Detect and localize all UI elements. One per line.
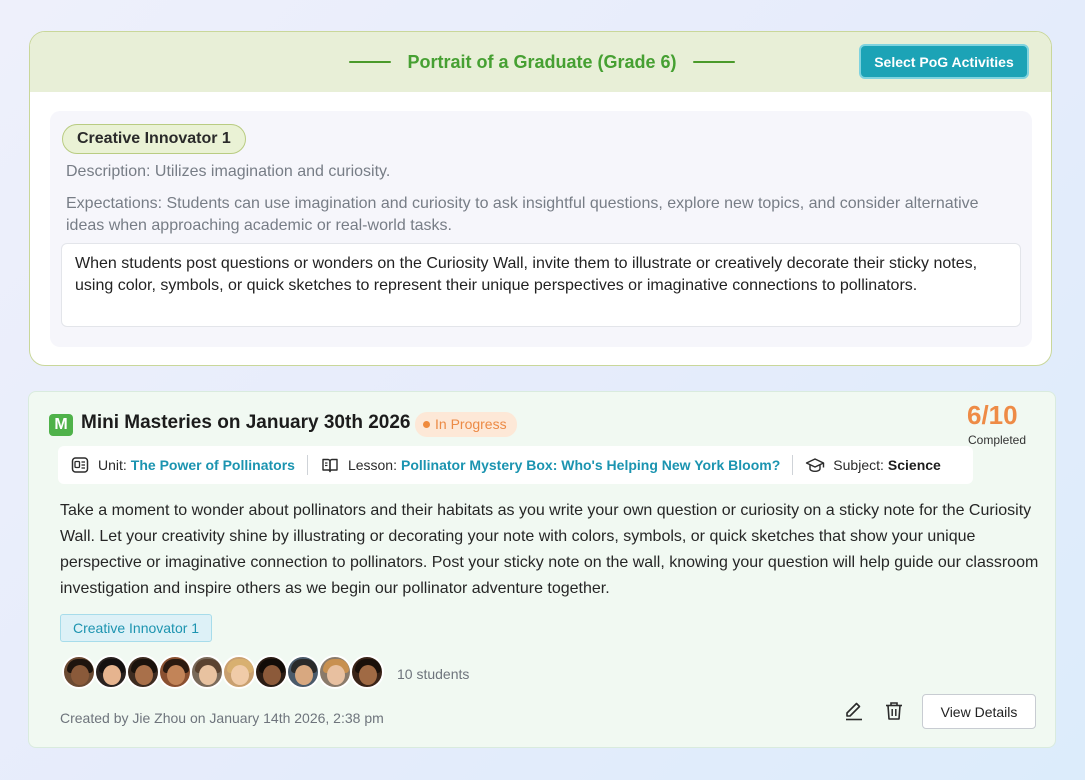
avatar xyxy=(350,655,384,689)
created-info: Created by Jie Zhou on January 14th 2026… xyxy=(60,710,384,726)
unit-icon xyxy=(71,457,89,473)
mini-mastery-description: Take a moment to wonder about pollinator… xyxy=(60,502,1039,597)
avatar xyxy=(254,655,288,689)
students-count: 10 students xyxy=(397,666,470,682)
competency-chip: Creative Innovator 1 xyxy=(62,124,246,154)
status-label: In Progress xyxy=(435,416,507,432)
mini-mastery-card: M Mini Masteries on January 30th 2026 In… xyxy=(28,391,1056,748)
meta-row: Unit: The Power of Pollinators Lesson: P… xyxy=(58,446,973,484)
status-dot-icon xyxy=(423,421,430,428)
edit-pencil-icon xyxy=(846,702,862,721)
completion-count: 6/10 xyxy=(967,400,1018,430)
status-badge: In Progress xyxy=(415,412,517,437)
unit-link[interactable]: The Power of Pollinators xyxy=(131,457,295,473)
subject-meta: Subject: Science xyxy=(793,455,953,475)
avatar xyxy=(62,655,96,689)
mini-mastery-title: Mini Masteries on January 30th 2026 xyxy=(81,412,411,433)
subject-label: Subject: xyxy=(833,457,884,473)
lesson-book-icon xyxy=(322,458,338,473)
pog-title: Portrait of a Graduate (Grade 6) xyxy=(407,51,677,72)
competency-expectations: Expectations: Students can use imaginati… xyxy=(66,195,979,234)
avatar xyxy=(190,655,224,689)
trash-icon xyxy=(886,702,902,720)
title-line-left xyxy=(349,61,392,63)
view-details-button[interactable]: View Details xyxy=(922,694,1036,729)
avatar xyxy=(94,655,128,689)
pog-header: Portrait of a Graduate (Grade 6) Select … xyxy=(30,32,1051,92)
lesson-meta: Lesson: Pollinator Mystery Box: Who's He… xyxy=(308,455,792,475)
pog-activity-text[interactable]: When students post questions or wonders … xyxy=(61,243,1021,327)
subject-value: Science xyxy=(887,457,941,473)
pog-body: Creative Innovator 1 Description: Utiliz… xyxy=(50,111,1032,347)
completion-label: Completed xyxy=(968,433,1027,447)
avatar xyxy=(286,655,320,689)
avatar xyxy=(318,655,352,689)
pog-card: Portrait of a Graduate (Grade 6) Select … xyxy=(29,31,1052,366)
student-avatars[interactable] xyxy=(62,655,384,691)
lesson-link[interactable]: Pollinator Mystery Box: Who's Helping Ne… xyxy=(401,457,780,473)
competency-description: Description: Utilizes imagination and cu… xyxy=(66,163,391,180)
unit-label: Unit: xyxy=(98,457,127,473)
avatar xyxy=(222,655,256,689)
competency-tag: Creative Innovator 1 xyxy=(60,614,213,642)
pog-title-wrap: Portrait of a Graduate (Grade 6) xyxy=(346,50,738,74)
delete-button[interactable] xyxy=(880,697,908,725)
title-line-right xyxy=(692,61,735,63)
select-pog-activities-button[interactable]: Select PoG Activities xyxy=(859,44,1029,79)
lesson-label: Lesson: xyxy=(347,457,397,473)
avatar xyxy=(158,655,192,689)
unit-meta: Unit: The Power of Pollinators xyxy=(58,455,307,475)
edit-button[interactable] xyxy=(840,697,868,725)
mini-mastery-logo-icon: M xyxy=(49,414,73,436)
avatar xyxy=(126,655,160,689)
graduation-cap-icon xyxy=(806,458,825,473)
